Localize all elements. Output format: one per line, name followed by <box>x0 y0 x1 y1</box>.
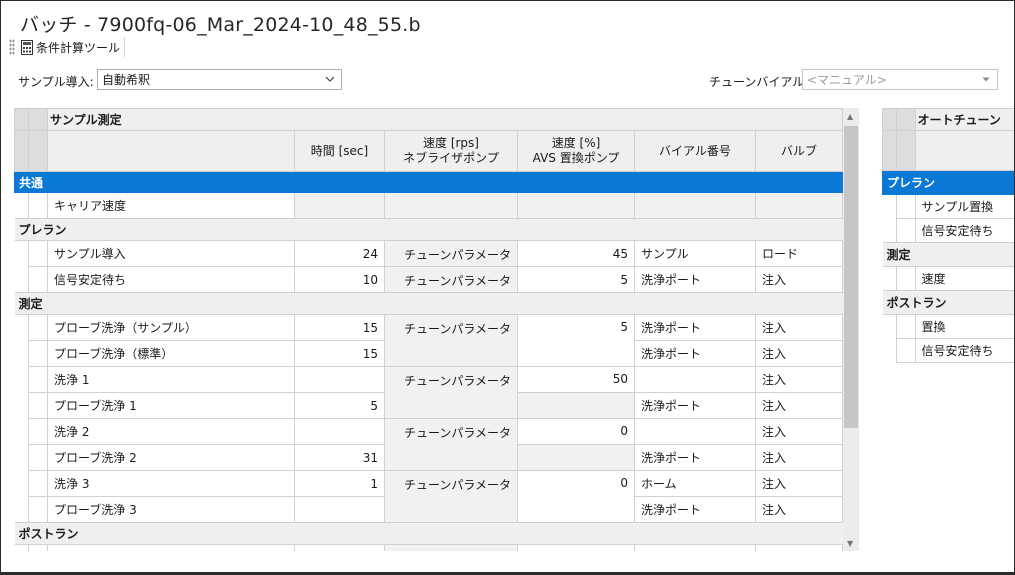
section-measure[interactable]: 測定 <box>14 292 843 315</box>
table-row[interactable]: サンプル導入 24 チューンパラメータ 45 サンプル ロード <box>14 240 843 267</box>
vertical-scrollbar[interactable]: ▲ ▼ <box>843 108 859 551</box>
section-common[interactable]: 共通 <box>14 171 843 193</box>
calc-tool-label: 条件計算ツール <box>36 40 121 55</box>
autotune-grid[interactable]: オートチューン プレラン サンプル置換 信号安定待ち 測定 速度 ポストラン 置… <box>882 108 1014 551</box>
pane-divider[interactable] <box>863 108 882 551</box>
table-row[interactable]: 洗浄 3 1 チューンパラメータ 0 ホーム 注入 <box>14 470 843 523</box>
col-neb-speed[interactable]: 速度 [rps] ネブライザポンプ <box>384 130 518 172</box>
col-avs-speed[interactable]: 速度 [%] AVS 置換ポンプ <box>517 130 635 172</box>
section-postrun-right[interactable]: ポストラン <box>882 290 1014 315</box>
tune-vial-select[interactable]: <マニュアル> <box>802 69 998 90</box>
table-row[interactable]: 洗浄 2 チューンパラメータ 0 注入 <box>14 418 843 471</box>
table-row[interactable] <box>14 544 843 551</box>
tune-vial-label: チューンバイアル: <box>709 75 809 89</box>
sample-intro-value: 自動希釈 <box>102 73 151 87</box>
section-postrun[interactable]: ポストラン <box>14 522 843 545</box>
table-row[interactable]: キャリア速度 <box>14 192 843 219</box>
tune-vial-value: <マニュアル> <box>807 73 887 87</box>
scroll-up-icon[interactable]: ▲ <box>847 112 853 121</box>
table-row[interactable]: 速度 <box>882 266 1014 291</box>
sample-intro-label: サンプル導入: <box>18 75 94 89</box>
table-row[interactable]: 信号安定待ち 10 チューンパラメータ 5 洗浄ポート 注入 <box>14 266 843 293</box>
table-row[interactable]: プローブ洗浄（サンプル） 15 チューンパラメータ 5 洗浄ポート 注入 <box>14 314 843 367</box>
group-header: サンプル測定 <box>47 108 843 131</box>
scroll-down-icon[interactable]: ▼ <box>847 539 853 548</box>
table-row[interactable]: 置換 <box>882 314 1014 339</box>
table-row[interactable]: 信号安定待ち <box>882 218 1014 243</box>
calculator-icon <box>21 39 33 55</box>
toolbar: 条件計算ツール <box>9 36 126 58</box>
chevron-down-icon <box>325 76 335 82</box>
scrollbar-thumb[interactable] <box>844 126 858 428</box>
table-row[interactable]: 信号安定待ち <box>882 338 1014 363</box>
sample-intro-select[interactable]: 自動希釈 <box>97 69 342 90</box>
dropdown-arrow-icon <box>982 77 990 82</box>
window: バッチ - 7900fq-06_Mar_2024-10_48_55.b 条件計算… <box>0 0 1015 575</box>
calc-tool-button[interactable]: 条件計算ツール <box>21 37 126 57</box>
autotune-header: オートチューン <box>914 108 1014 131</box>
window-title: バッチ - 7900fq-06_Mar_2024-10_48_55.b <box>20 14 421 36</box>
col-valve[interactable]: バルブ <box>755 130 843 172</box>
table-row[interactable]: サンプル置換 <box>882 194 1014 219</box>
section-prerun-right[interactable]: プレラン <box>882 170 1014 195</box>
col-vial[interactable]: バイアル番号 <box>634 130 756 172</box>
col-time[interactable]: 時間 [sec] <box>294 130 385 172</box>
section-measure-right[interactable]: 測定 <box>882 242 1014 267</box>
sample-measure-grid[interactable]: サンプル測定 時間 [sec] 速度 [rps] ネブライザポンプ 速度 [%] A… <box>14 108 859 551</box>
toolbar-grip[interactable] <box>9 39 15 55</box>
table-row[interactable]: 洗浄 1 チューンパラメータ 50 注入 <box>14 366 843 419</box>
section-prerun[interactable]: プレラン <box>14 218 843 241</box>
row-name: キャリア速度 <box>47 192 295 219</box>
